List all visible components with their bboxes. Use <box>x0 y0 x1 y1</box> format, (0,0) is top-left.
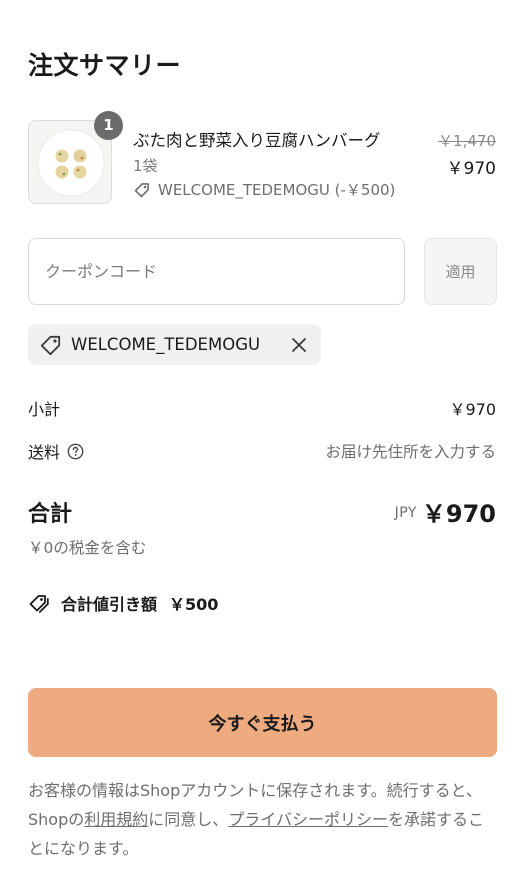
tax-note: ￥0の税金を含む <box>28 539 147 557</box>
page-title: 注文サマリー <box>28 51 182 80</box>
product-variant: 1袋 <box>133 157 158 175</box>
applied-coupon-code: WELCOME_TEDEMOGU <box>71 335 261 354</box>
total-label: 合計 <box>28 502 73 527</box>
shipping-label: 送料 <box>28 443 61 462</box>
product-price: ￥970 <box>446 159 496 179</box>
original-price: ￥1,470 <box>438 132 496 150</box>
subtotal-value: ￥970 <box>449 400 496 419</box>
pay-now-button[interactable]: 今すぐ支払う <box>28 688 497 757</box>
close-icon[interactable] <box>289 335 309 355</box>
quantity-badge: 1 <box>94 111 123 140</box>
shipping-row-label: 送料 <box>28 439 84 463</box>
savings-value: ￥500 <box>169 595 219 614</box>
tag-icon <box>39 333 63 357</box>
product-discount: WELCOME_TEDEMOGU (-￥500) <box>133 179 395 200</box>
tag-icon <box>133 181 151 199</box>
apply-coupon-button[interactable]: 適用 <box>424 238 497 305</box>
applied-coupon-chip: WELCOME_TEDEMOGU <box>28 324 321 365</box>
product-discount-label: WELCOME_TEDEMOGU (-￥500) <box>158 181 396 199</box>
privacy-policy-link[interactable]: プライバシーポリシー <box>228 810 388 829</box>
total-savings: 合計値引き額 ￥500 <box>28 591 218 615</box>
terms-of-service-link[interactable]: 利用規約 <box>84 810 148 829</box>
shipping-value: お届け先住所を入力する <box>325 443 496 461</box>
subtotal-label: 小計 <box>28 400 61 419</box>
legal-notice: お客様の情報はShopアカウントに保存されます。続行すると、Shopの利用規約に… <box>28 776 498 863</box>
total-currency: JPY <box>394 505 417 521</box>
product-name: ぶた肉と野菜入り豆腐ハンバーグ <box>133 131 381 150</box>
legal-text-part2: に同意し、 <box>148 810 229 829</box>
coupon-code-input[interactable] <box>28 238 405 305</box>
total-amount: ￥970 <box>421 500 496 528</box>
question-circle-icon[interactable] <box>67 443 84 460</box>
double-tag-icon <box>28 592 52 614</box>
savings-label: 合計値引き額 <box>61 595 158 614</box>
